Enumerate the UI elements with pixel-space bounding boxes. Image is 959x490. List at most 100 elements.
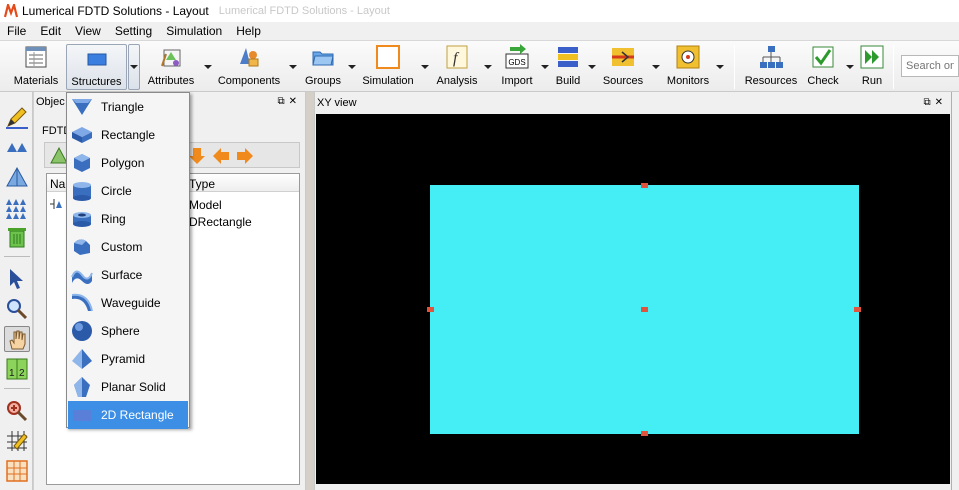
analysis-button[interactable]: f Analysis [434,44,480,90]
attributes-button[interactable]: Attributes [145,44,197,90]
xy-view-canvas[interactable] [316,114,950,484]
build-icon [558,47,578,67]
import-dropdown-arrow-icon[interactable] [541,65,549,71]
structures-dropdown-button[interactable] [128,44,140,90]
import-gds-icon: GDS [505,44,529,69]
menu-view[interactable]: View [68,24,108,38]
resources-button[interactable]: Resources [742,44,800,90]
ruler-tool-button[interactable]: 12 [4,356,30,382]
menu-item-rectangle[interactable]: Rectangle [68,121,188,149]
build-button[interactable]: Build [552,44,584,90]
trash-icon [8,228,26,248]
delete-button[interactable] [4,224,30,250]
menu-item-ring[interactable]: Ring [68,205,188,233]
circle-icon [73,182,91,201]
pencil-icon [6,107,28,129]
menu-edit[interactable]: Edit [33,24,68,38]
triangles-icon [7,143,27,152]
edit-pencil-button[interactable] [4,104,30,130]
check-dropdown-arrow-icon[interactable] [846,65,854,71]
tree-row-type[interactable]: DRectangle [189,215,252,229]
structures-button[interactable]: Structures [66,44,127,90]
groups-dropdown-arrow-icon[interactable] [348,65,356,71]
chevron-down-icon [130,65,138,71]
ruler-icon: 12 [6,358,28,380]
2d-rectangle-icon [73,410,91,421]
check-button[interactable]: Check [804,44,842,90]
menu-file[interactable]: File [0,24,33,38]
grid-edit-button[interactable] [4,428,30,454]
import-label: Import [501,75,533,87]
menu-item-polygon[interactable]: Polygon [68,149,188,177]
sources-button[interactable]: Sources [600,44,646,90]
arrow-left-icon[interactable] [211,146,231,166]
groups-button[interactable]: Groups [300,44,346,90]
svg-text:2: 2 [19,368,25,379]
run-button[interactable]: Run [858,44,886,90]
simulation-dropdown-arrow-icon[interactable] [421,65,429,71]
mesh-button[interactable] [4,458,30,484]
center-handle[interactable] [641,307,648,312]
view-2d-button[interactable] [4,134,30,160]
menu-item-surface[interactable]: Surface [68,261,188,289]
menu-item-circle[interactable]: Circle [68,177,188,205]
menu-item-label: Planar Solid [101,380,166,394]
sources-icon [612,48,634,66]
monitors-button[interactable]: Monitors [664,44,712,90]
svg-text:1: 1 [9,368,15,379]
sources-label: Sources [602,75,644,87]
view-3d-button[interactable] [4,164,30,190]
menu-item-custom[interactable]: Custom [68,233,188,261]
select-tool-button[interactable] [4,266,30,292]
groups-icon [312,51,334,66]
model-node-icon [50,199,62,209]
menu-item-waveguide[interactable]: Waveguide [68,289,188,317]
left-tool-strip: 12 [0,92,33,490]
components-button[interactable]: Components [216,44,282,90]
menu-simulation[interactable]: Simulation [159,24,229,38]
attributes-label: Attributes [147,75,195,87]
simulation-button[interactable]: Simulation [360,44,416,90]
build-dropdown-arrow-icon[interactable] [588,65,596,71]
menu-item-2d-rectangle[interactable]: 2D Rectangle [68,401,188,429]
menu-item-planar-solid[interactable]: Planar Solid [68,373,188,401]
view-array-button[interactable] [4,194,30,220]
menu-item-triangle[interactable]: Triangle [68,93,188,121]
zoom-tool-button[interactable] [4,296,30,322]
lumerical-logo-icon [4,4,18,18]
menu-help[interactable]: Help [229,24,268,38]
arrow-down-icon[interactable] [187,146,207,166]
resize-handle-bottom[interactable] [641,431,648,436]
zoom-region-button[interactable] [4,398,30,424]
window-title-ghost: Lumerical FDTD Solutions - Layout [218,5,390,17]
analysis-dropdown-arrow-icon[interactable] [484,65,492,71]
pan-tool-button[interactable] [4,326,30,352]
menu-item-sphere[interactable]: Sphere [68,317,188,345]
import-button[interactable]: GDS Import [496,44,538,90]
tree-row-type[interactable]: Model [189,198,222,212]
menu-item-pyramid[interactable]: Pyramid [68,345,188,373]
menu-item-label: Custom [101,240,143,254]
materials-button[interactable]: Materials [10,44,62,90]
tree-column-type[interactable]: Type [189,177,215,191]
strip-separator [4,256,30,257]
attributes-dropdown-arrow-icon[interactable] [204,65,212,71]
monitors-dropdown-arrow-icon[interactable] [716,65,724,71]
menu-setting[interactable]: Setting [108,24,159,38]
check-label: Check [807,75,839,87]
arrow-right-icon[interactable] [235,146,255,166]
structures-icon [87,53,106,66]
components-dropdown-arrow-icon[interactable] [289,65,297,71]
panel-float-close-icons[interactable]: ⧉✕ [277,96,301,107]
sphere-icon [72,321,92,341]
planar-solid-icon [74,377,90,397]
analysis-icon: f [446,45,468,69]
check-icon [812,46,834,68]
resize-handle-top[interactable] [641,183,648,188]
panel-float-close-icons[interactable]: ⧉✕ [923,97,947,108]
resize-handle-left[interactable] [427,307,434,312]
sources-dropdown-arrow-icon[interactable] [652,65,660,71]
pyramid-icon [72,349,92,369]
resize-handle-right[interactable] [854,307,861,312]
search-input[interactable] [901,55,959,77]
